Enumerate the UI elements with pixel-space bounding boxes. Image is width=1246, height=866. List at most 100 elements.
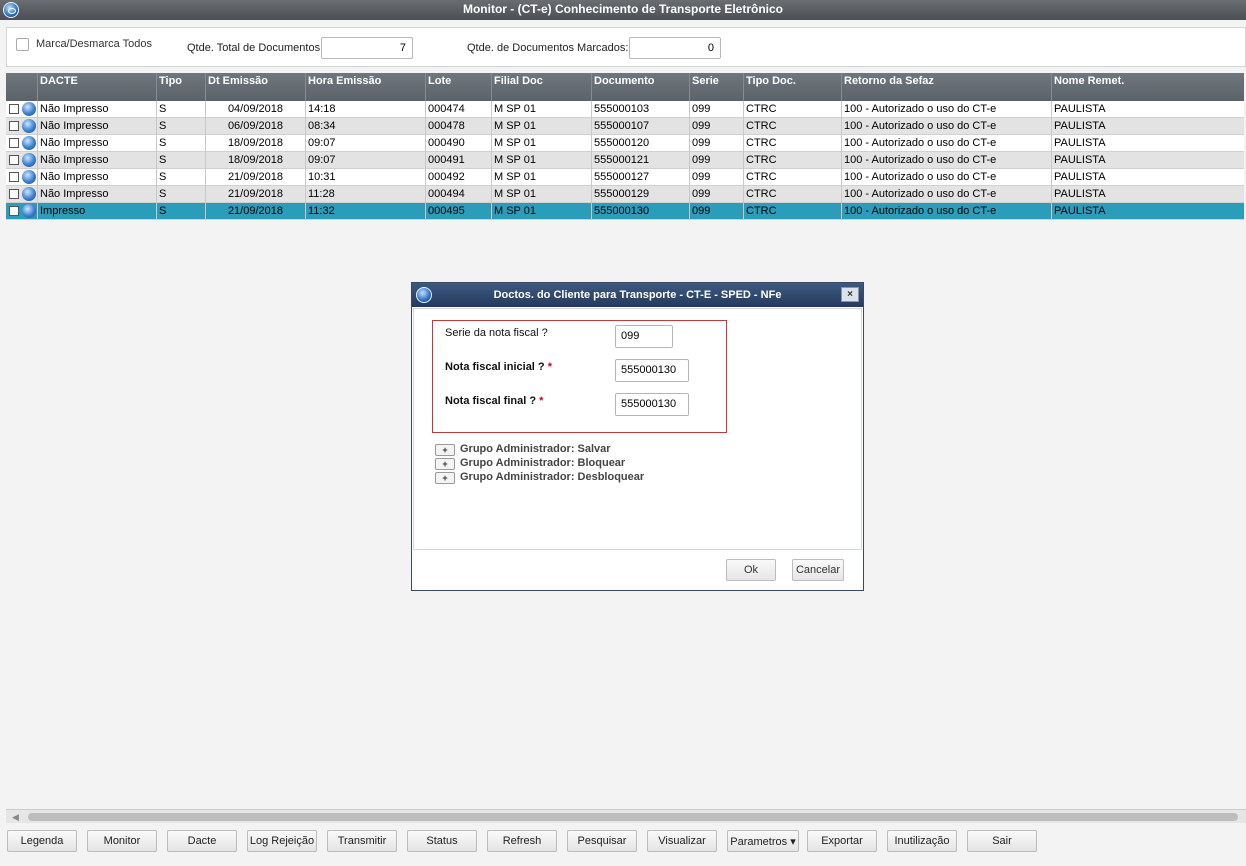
scroll-left-icon[interactable]: ◀ [12, 812, 19, 823]
cell-filial-doc: M SP 01 [491, 186, 591, 203]
total-docs-field[interactable]: 7 [321, 37, 413, 59]
window-titlebar: Monitor - (CT-e) Conhecimento de Transpo… [0, 0, 1246, 20]
parametros-button[interactable]: Parametros ▾ [727, 830, 799, 852]
cell-filial-doc: M SP 01 [491, 101, 591, 118]
cell-retorno-sefaz: 100 - Autorizado o uso do CT-e [841, 169, 1051, 186]
cell-retorno-sefaz: 100 - Autorizado o uso do CT-e [841, 135, 1051, 152]
dialog-app-icon [416, 287, 432, 303]
grupo-salvar[interactable]: + Grupo Administrador: Salvar [435, 443, 611, 456]
column-header-dt-emissao[interactable]: Dt Emissão [205, 73, 305, 101]
grid-header: DACTE Tipo Dt Emissão Hora Emissão Lote Filia… [6, 73, 1244, 101]
cell-filial-doc: M SP 01 [491, 203, 591, 220]
grupo-label: Grupo Administrador: Desbloquear [460, 471, 645, 483]
row-checkbox[interactable] [9, 172, 19, 182]
transmitir-button[interactable]: Transmitir [327, 830, 397, 852]
nf-final-text: Nota fiscal final ? [445, 395, 537, 407]
cell-documento: 555000129 [591, 186, 689, 203]
column-header-filial-doc[interactable]: Filial Doc [491, 73, 591, 101]
pesquisar-button[interactable]: Pesquisar [567, 830, 637, 852]
total-docs-label: Qtde. Total de Documentos: [187, 42, 324, 54]
table-row[interactable]: Não Impresso S 18/09/2018 09:07 000490 M SP 0… [6, 135, 1244, 152]
marca-desmarca-todos[interactable]: Marca/Desmarca Todos [16, 38, 152, 51]
cell-dt-emissao: 04/09/2018 [205, 101, 305, 118]
table-row[interactable]: Não Impresso S 18/09/2018 09:07 000491 M SP 0… [6, 152, 1244, 169]
sair-button[interactable]: Sair [967, 830, 1037, 852]
cell-lote: 000494 [425, 186, 491, 203]
table-row[interactable]: Não Impresso S 04/09/2018 14:18 000474 M SP 0… [6, 101, 1244, 118]
column-header-tipo[interactable]: Tipo [156, 73, 205, 101]
grupo-desbloquear[interactable]: + Grupo Administrador: Desbloquear [435, 471, 645, 484]
expand-icon[interactable]: + [435, 472, 455, 484]
cell-serie: 099 [689, 101, 743, 118]
expand-icon[interactable]: + [435, 458, 455, 470]
row-checkbox[interactable] [9, 155, 19, 165]
doctos-dialog: Doctos. do Cliente para Transporte - CT-… [411, 282, 864, 591]
column-header-documento[interactable]: Documento [591, 73, 689, 101]
row-checkbox[interactable] [9, 121, 19, 131]
cell-dacte: Não Impresso [37, 101, 156, 118]
column-header-lote[interactable]: Lote [425, 73, 491, 101]
nf-inicial-field[interactable]: 555000130 [615, 359, 689, 382]
window-title: Monitor - (CT-e) Conhecimento de Transpo… [462, 2, 783, 16]
legenda-button[interactable]: Legenda [7, 830, 77, 852]
column-header-nome-remet[interactable]: Nome Remet. [1051, 73, 1244, 101]
grupo-bloquear[interactable]: + Grupo Administrador: Bloquear [435, 457, 625, 470]
cell-documento: 555000127 [591, 169, 689, 186]
table-row[interactable]: Não Impresso S 21/09/2018 11:28 000494 M SP 0… [6, 186, 1244, 203]
exportar-button[interactable]: Exportar [807, 830, 877, 852]
log-rejeicao-button[interactable]: Log Rejeição [247, 830, 317, 852]
cell-documento: 555000121 [591, 152, 689, 169]
cell-dacte: Não Impresso [37, 186, 156, 203]
horizontal-scrollbar[interactable]: ◀ [6, 809, 1246, 823]
cell-dacte: Não Impresso [37, 152, 156, 169]
serie-field[interactable]: 099 [615, 325, 673, 348]
table-row[interactable]: Impresso S 21/09/2018 11:32 000495 M SP 01 555… [6, 203, 1244, 220]
cell-nome-remet: PAULISTA [1051, 101, 1244, 118]
dacte-button[interactable]: Dacte [167, 830, 237, 852]
monitor-button[interactable]: Monitor [87, 830, 157, 852]
required-mark: * [547, 361, 552, 373]
cell-nome-remet: PAULISTA [1051, 135, 1244, 152]
cell-hora-emissao: 11:28 [305, 186, 425, 203]
column-header-serie[interactable]: Serie [689, 73, 743, 101]
cell-dacte: Não Impresso [37, 169, 156, 186]
column-header-tipo-doc[interactable]: Tipo Doc. [743, 73, 841, 101]
cell-retorno-sefaz: 100 - Autorizado o uso do CT-e [841, 118, 1051, 135]
row-checkbox[interactable] [9, 104, 19, 114]
cell-dacte: Impresso [37, 203, 156, 220]
cell-tipo: S [156, 135, 205, 152]
close-icon[interactable]: × [841, 287, 859, 302]
column-header-hora-emissao[interactable]: Hora Emissão [305, 73, 425, 101]
cell-lote: 000495 [425, 203, 491, 220]
status-globe-icon [22, 119, 36, 133]
cell-nome-remet: PAULISTA [1051, 169, 1244, 186]
cancel-button[interactable]: Cancelar [792, 559, 844, 581]
cell-filial-doc: M SP 01 [491, 118, 591, 135]
dialog-titlebar: Doctos. do Cliente para Transporte - CT-… [412, 283, 863, 307]
visualizar-button[interactable]: Visualizar [647, 830, 717, 852]
inutilizacao-button[interactable]: Inutilização [887, 830, 957, 852]
marca-todos-checkbox[interactable] [16, 38, 29, 51]
cell-dt-emissao: 18/09/2018 [205, 135, 305, 152]
cell-tipo: S [156, 203, 205, 220]
column-header-dacte[interactable]: DACTE [37, 73, 156, 101]
marked-docs-field[interactable]: 0 [629, 37, 721, 59]
table-row[interactable]: Não Impresso S 06/09/2018 08:34 000478 M SP 0… [6, 118, 1244, 135]
column-header-retorno-sefaz[interactable]: Retorno da Sefaz [841, 73, 1051, 101]
row-checkbox[interactable] [9, 206, 19, 216]
expand-icon[interactable]: + [435, 444, 455, 456]
cell-tipo-doc: CTRC [743, 169, 841, 186]
refresh-button[interactable]: Refresh [487, 830, 557, 852]
cell-hora-emissao: 08:34 [305, 118, 425, 135]
required-mark: * [539, 395, 544, 407]
scroll-thumb[interactable] [28, 813, 1238, 821]
status-button[interactable]: Status [407, 830, 477, 852]
status-globe-icon [22, 153, 36, 167]
cell-tipo-doc: CTRC [743, 101, 841, 118]
table-row[interactable]: Não Impresso S 21/09/2018 10:31 000492 M SP 0… [6, 169, 1244, 186]
cell-lote: 000478 [425, 118, 491, 135]
nf-final-field[interactable]: 555000130 [615, 393, 689, 416]
row-checkbox[interactable] [9, 138, 19, 148]
ok-button[interactable]: Ok [726, 559, 776, 581]
row-checkbox[interactable] [9, 189, 19, 199]
